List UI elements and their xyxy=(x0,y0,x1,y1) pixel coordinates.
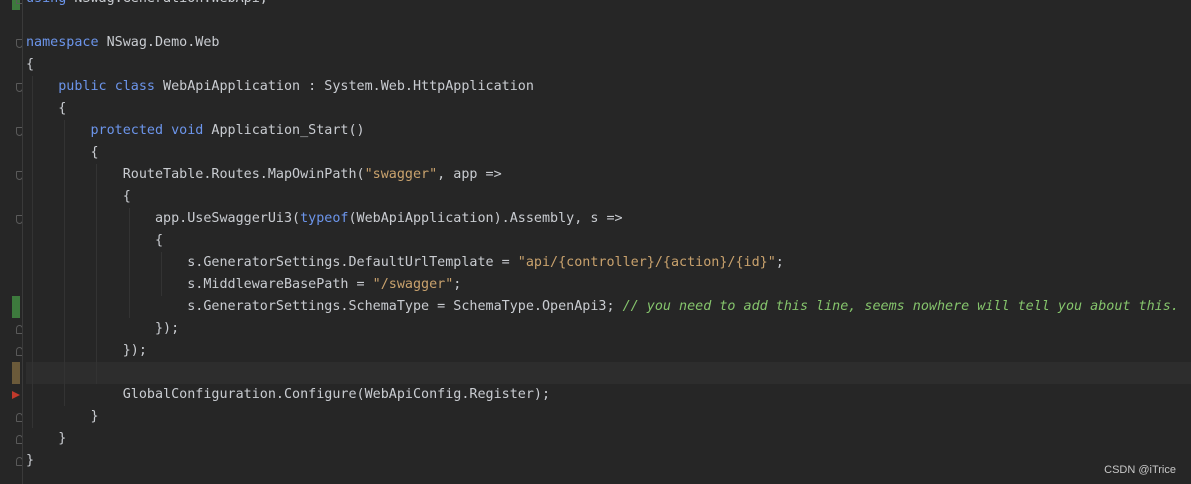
code-token: app.UseSwaggerUi3( xyxy=(26,211,301,226)
code-line[interactable]: s.GeneratorSettings.DefaultUrlTemplate =… xyxy=(26,252,1191,274)
code-token: RouteTable.Routes.MapOwinPath( xyxy=(26,167,365,182)
keyword-token: namespace xyxy=(26,35,99,50)
code-token: (WebApiApplication).Assembly, s => xyxy=(348,211,623,226)
code-token: s.GeneratorSettings.SchemaType = SchemaT… xyxy=(26,299,623,314)
code-line[interactable]: public class WebApiApplication : System.… xyxy=(26,76,1191,98)
code-line[interactable]: }); xyxy=(26,318,1191,340)
code-line[interactable]: protected void Application_Start() xyxy=(26,120,1191,142)
editor-gutter xyxy=(0,0,24,484)
code-line[interactable]: } xyxy=(26,406,1191,428)
keyword-token: typeof xyxy=(300,211,349,226)
comment-token: // you need to add this line, seems nowh… xyxy=(622,299,1179,314)
code-area[interactable]: using NSwag.Generation.WebApi; namespace … xyxy=(26,0,1191,472)
code-editor[interactable]: using NSwag.Generation.WebApi; namespace … xyxy=(0,0,1191,484)
code-token: s.GeneratorSettings.DefaultUrlTemplate = xyxy=(26,255,518,270)
code-line[interactable]: app.UseSwaggerUi3(typeof(WebApiApplicati… xyxy=(26,208,1191,230)
code-line[interactable]: { xyxy=(26,98,1191,120)
code-line[interactable]: namespace NSwag.Demo.Web xyxy=(26,32,1191,54)
code-line[interactable]: }); xyxy=(26,340,1191,362)
code-token: NSwag.Demo.Web xyxy=(98,35,220,50)
indent-guide xyxy=(160,252,162,296)
keyword-token: class xyxy=(114,79,155,94)
code-line[interactable]: } xyxy=(26,428,1191,450)
code-token: } xyxy=(26,431,67,446)
code-token: { xyxy=(26,57,35,72)
code-token: ; xyxy=(775,255,784,270)
code-line[interactable]: } xyxy=(26,450,1191,472)
code-line[interactable] xyxy=(26,362,1191,384)
code-line[interactable]: s.MiddlewareBasePath = "/swagger"; xyxy=(26,274,1191,296)
code-token: { xyxy=(26,233,164,248)
string-token: "api/{controller}/{action}/{id}" xyxy=(517,255,776,270)
code-token: }); xyxy=(26,321,180,336)
code-token: s.MiddlewareBasePath = xyxy=(26,277,373,292)
watermark: CSDN @iTrice xyxy=(1104,464,1176,476)
code-line[interactable]: { xyxy=(26,186,1191,208)
code-token: } xyxy=(26,409,99,424)
change-marker xyxy=(12,362,20,384)
code-line[interactable]: using NSwag.Generation.WebApi; xyxy=(26,0,1191,10)
code-token: , app => xyxy=(437,167,502,182)
code-line[interactable] xyxy=(26,10,1191,32)
breakpoint-arrow-icon[interactable] xyxy=(12,391,20,399)
keyword-token: using xyxy=(26,0,66,6)
indent-guide xyxy=(32,76,33,428)
code-token: } xyxy=(26,453,35,468)
keyword-token: protected xyxy=(90,123,164,138)
gutter-separator xyxy=(22,0,23,484)
code-token: Application_Start() xyxy=(203,123,365,138)
string-token: "swagger" xyxy=(364,167,438,182)
keyword-token: public xyxy=(58,79,107,94)
code-token: GlobalConfiguration.Configure(WebApiConf… xyxy=(26,387,551,402)
code-token: ; xyxy=(453,277,462,292)
code-line[interactable]: RouteTable.Routes.MapOwinPath("swagger",… xyxy=(26,164,1191,186)
string-token: "/swagger" xyxy=(372,277,454,292)
code-line[interactable]: { xyxy=(26,230,1191,252)
code-line[interactable]: { xyxy=(26,54,1191,76)
code-token: NSwag.Generation.WebApi; xyxy=(66,0,268,6)
code-token: { xyxy=(26,189,131,204)
code-token: WebApiApplication : System.Web.HttpAppli… xyxy=(155,79,534,94)
code-token: { xyxy=(26,145,99,160)
code-token: }); xyxy=(26,343,147,358)
keyword-token: void xyxy=(171,123,204,138)
change-marker xyxy=(12,296,20,318)
code-line[interactable]: GlobalConfiguration.Configure(WebApiConf… xyxy=(26,384,1191,406)
indent-guide xyxy=(128,208,130,318)
indent-guide xyxy=(64,120,66,406)
code-line[interactable]: s.GeneratorSettings.SchemaType = SchemaT… xyxy=(26,296,1191,318)
code-line[interactable]: { xyxy=(26,142,1191,164)
indent-guide xyxy=(96,164,98,384)
